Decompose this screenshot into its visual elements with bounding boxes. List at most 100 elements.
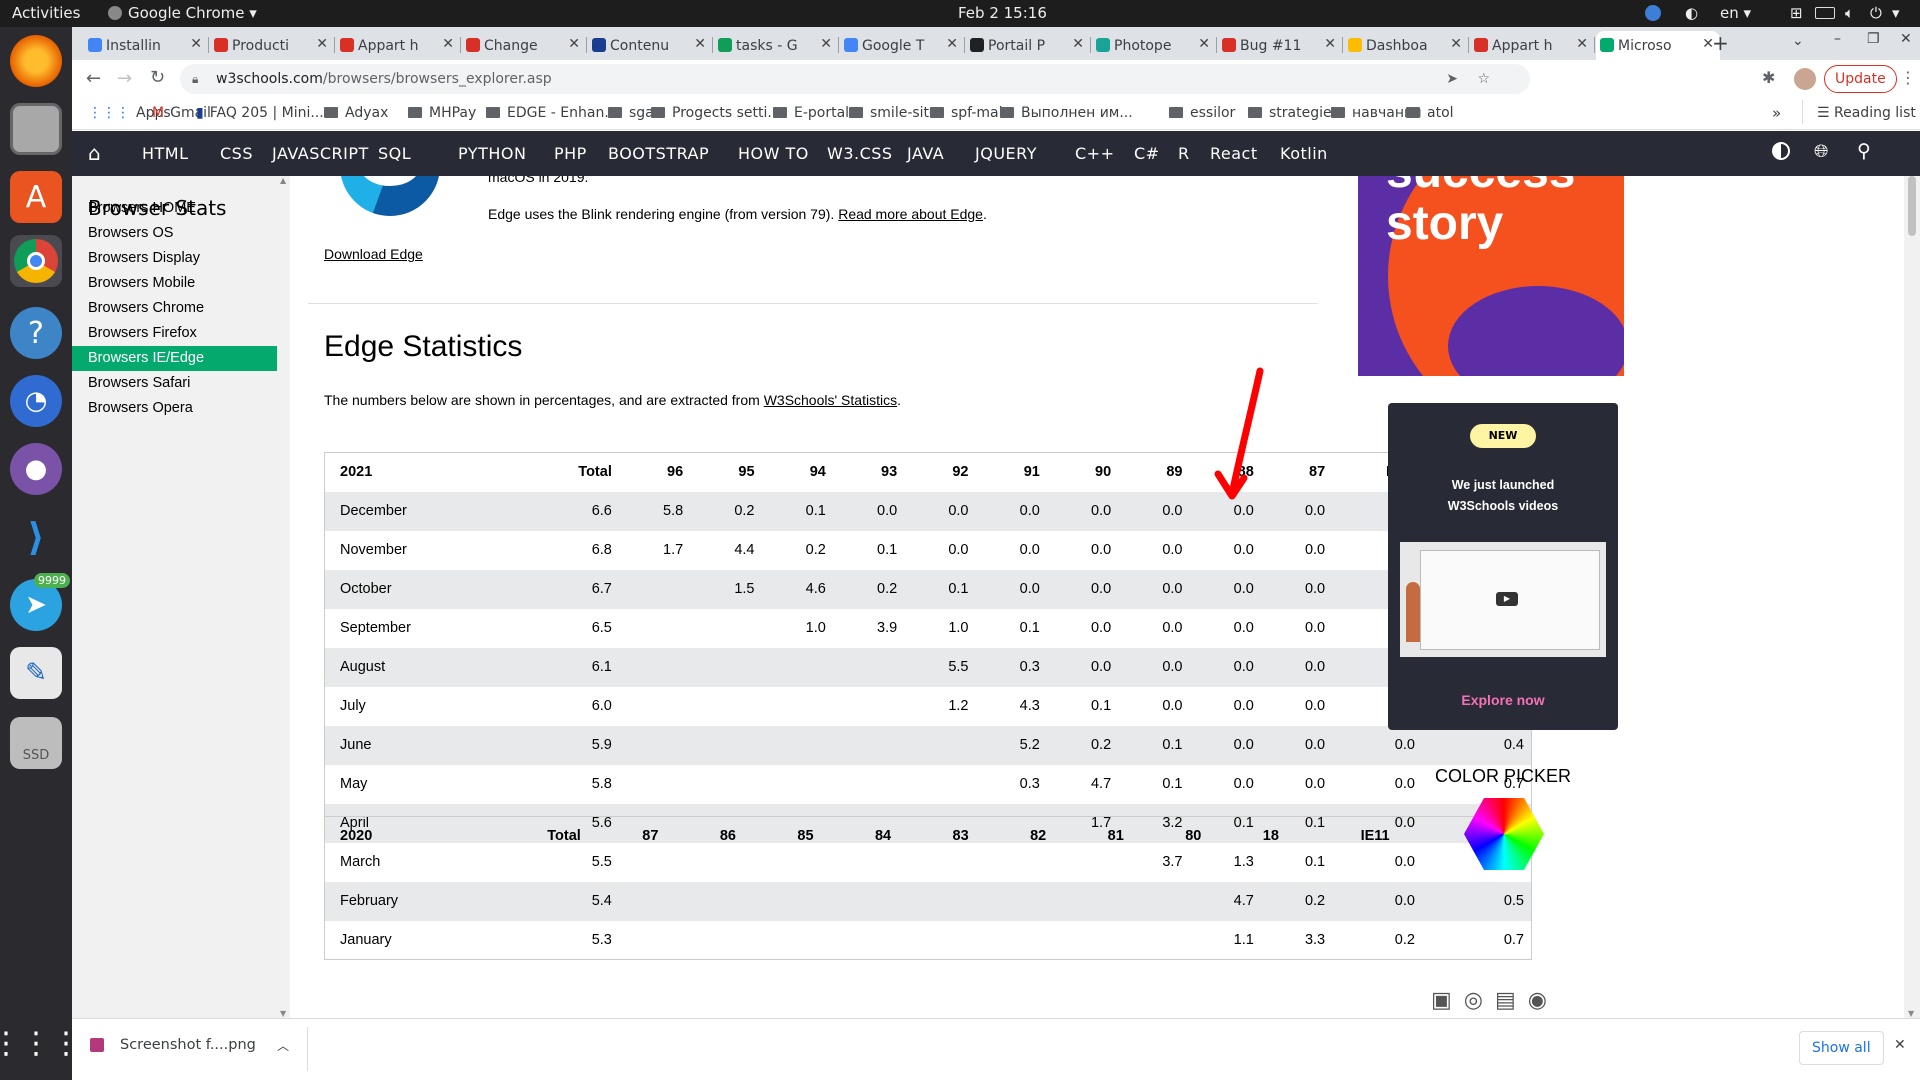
tab-10[interactable]: Dashboa ✕ [1344,31,1468,60]
tab-5[interactable]: tasks - G ✕ [714,31,838,60]
notification-icon[interactable] [1645,5,1661,21]
timer-app-icon[interactable]: ◔ [10,375,62,427]
github-icon[interactable]: ● [10,443,62,495]
page-scroll-thumb[interactable] [1908,176,1916,236]
page-scroll-down-icon[interactable]: ▼ [1908,1009,1914,1018]
extensions-icon[interactable]: ✱ [1762,68,1775,87]
update-button[interactable]: Update [1824,65,1897,93]
bookmark-12[interactable]: essilor [1169,105,1235,121]
tab-close-icon[interactable]: ✕ [1072,36,1084,52]
tab-close-icon[interactable]: ✕ [1576,36,1588,52]
download-edge-link[interactable]: Download Edge [324,246,423,262]
nav-jquery[interactable]: JQUERY [975,144,1037,163]
bookmark-star-icon[interactable]: ☆ [1477,64,1490,94]
network-icon[interactable]: ⊞ [1790,4,1803,22]
tab-close-icon[interactable]: ✕ [1450,36,1462,52]
bookmark-11[interactable]: Выполнен им... [1000,105,1133,121]
scroll-up-icon[interactable]: ▲ [280,176,286,185]
explore-now-link[interactable]: Explore now [1388,692,1618,708]
tab-0[interactable]: Installin ✕ [84,31,208,60]
send-icon[interactable]: ➤ [1446,64,1458,94]
omnibox-url-input[interactable]: 🔒︎ w3schools.com/browsers/browsers_explo… [180,64,1530,94]
tab-8[interactable]: Photope ✕ [1092,31,1216,60]
close-download-bar-icon[interactable]: ✕ [1894,1037,1906,1053]
nav-python[interactable]: PYTHON [458,144,526,163]
new-tab-button[interactable]: + [1712,31,1729,55]
ssd-drive-icon[interactable]: SSD [10,717,62,769]
read-more-edge-link[interactable]: Read more about Edge [838,206,983,222]
nav-css[interactable]: CSS [220,144,253,163]
tab-close-icon[interactable]: ✕ [316,36,328,52]
volume-icon[interactable]: 🔈︎ [1845,4,1854,22]
ad-banner[interactable]: successstory [1358,176,1624,376]
tab-close-icon[interactable]: ✕ [442,36,454,52]
tab-close-icon[interactable]: ✕ [694,36,706,52]
text-editor-icon[interactable]: ✎ [10,647,62,699]
sidebar-item-browsers-os[interactable]: Browsers OS [72,221,277,246]
firefox-icon[interactable] [10,35,62,87]
video-thumbnail[interactable]: ▶ [1400,542,1606,657]
bookmark-8[interactable]: E-portal [773,105,849,121]
page-scrollbar[interactable]: ▼ [1904,176,1920,1018]
linkedin-icon[interactable]: ▤ [1495,988,1528,1013]
chrome-dock-icon[interactable] [10,235,62,287]
search-icon[interactable]: ⚲ [1857,140,1871,162]
sidebar-item-browsers-chrome[interactable]: Browsers Chrome [72,296,277,321]
sidebar-item-browsers-safari[interactable]: Browsers Safari [72,371,277,396]
sidebar-item-browsers-opera[interactable]: Browsers Opera [72,396,277,421]
tab-7[interactable]: Portail P ✕ [966,31,1090,60]
tab-close-icon[interactable]: ✕ [820,36,832,52]
more-bookmarks-icon[interactable]: » [1772,104,1781,122]
nav-react[interactable]: React [1210,144,1258,163]
facebook-icon[interactable]: ▣ [1431,988,1464,1013]
sidebar-item-browsers-home[interactable]: Browsers HOME [72,196,277,221]
reload-icon[interactable]: ↻ [150,67,165,88]
bookmark-3[interactable]: Adyax [324,105,388,121]
language-indicator[interactable]: en ▾ [1720,4,1751,22]
back-icon[interactable]: ← [86,68,101,89]
forward-icon[interactable]: → [117,68,132,89]
instagram-icon[interactable]: ◎ [1464,988,1495,1013]
nav-how-to[interactable]: HOW TO [738,144,809,163]
nav-kotlin[interactable]: Kotlin [1280,144,1328,163]
activities-button[interactable]: Activities [12,4,80,22]
sidebar-item-browsers-firefox[interactable]: Browsers Firefox [72,321,277,346]
nav-c-[interactable]: C# [1134,144,1160,163]
tab-close-icon[interactable]: ✕ [190,36,202,52]
tab-close-icon[interactable]: ✕ [1198,36,1210,52]
sidebar-scrollbar[interactable]: ▲ ▼ [277,176,290,1018]
maximize-icon[interactable]: ❐ [1867,31,1880,47]
bookmark-5[interactable]: EDGE - Enhan... [486,105,618,121]
nav-r[interactable]: R [1178,144,1190,163]
power-icon[interactable]: ⏻ [1870,4,1882,22]
bookmark-4[interactable]: MHPay [408,105,476,121]
app-menu[interactable]: Google Chrome ▾ [108,4,257,22]
show-applications-icon[interactable]: ⋮⋮⋮ [0,1017,81,1069]
chrome-menu-icon[interactable]: ⋮ [1900,68,1916,87]
videos-promo-card[interactable]: NEW We just launched W3Schools videos ▶ E… [1388,403,1618,730]
help-icon[interactable]: ? [10,307,62,359]
show-all-button[interactable]: Show all [1799,1031,1884,1065]
sidebar-item-browsers-mobile[interactable]: Browsers Mobile [72,271,277,296]
w3schools-statistics-link[interactable]: W3Schools' Statistics [764,392,897,408]
nav-sql[interactable]: SQL [378,144,411,163]
close-window-icon[interactable]: ✕ [1900,31,1912,47]
bookmark-7[interactable]: Progects setti... [651,105,781,121]
tab-close-icon[interactable]: ✕ [1324,36,1336,52]
nav-html[interactable]: HTML [142,144,189,163]
tab-3[interactable]: Change ✕ [462,31,586,60]
tab-4[interactable]: Contenu ✕ [588,31,712,60]
nav-w3-css[interactable]: W3.CSS [827,144,893,163]
network-status-icon[interactable]: ◐ [1685,4,1698,22]
tab-search-icon[interactable]: ⌄ [1792,33,1804,49]
nav-c-[interactable]: C++ [1075,144,1114,163]
discord-icon[interactable]: ◉ [1528,988,1559,1013]
tab-6[interactable]: Google T ✕ [840,31,964,60]
tab-2[interactable]: Appart h ✕ [336,31,460,60]
tab-12[interactable]: Microso ✕ [1596,31,1720,60]
bookmark-13[interactable]: strategies [1248,105,1339,121]
nav-bootstrap[interactable]: BOOTSTRAP [608,144,709,163]
dark-mode-icon[interactable] [1772,142,1790,160]
system-menu-arrow-icon[interactable]: ▾ [1892,4,1900,22]
tab-9[interactable]: Bug #11 ✕ [1218,31,1342,60]
